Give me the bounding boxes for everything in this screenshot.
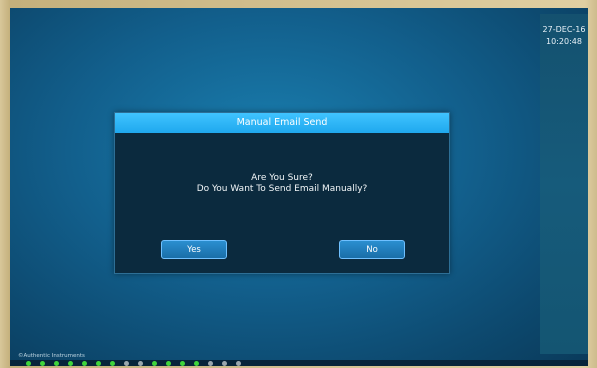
status-indicator-dot [166,360,171,366]
no-button[interactable]: No [339,240,405,259]
status-indicator-dot [110,360,115,366]
date-text: 27-DEC-16 [542,25,586,34]
status-indicator-dot [82,360,87,366]
status-indicator-dot [26,360,31,366]
display-screen: 27-DEC-16 10:20:48 Manual Email Send Are… [10,8,588,366]
clock-readout: 27-DEC-16 10:20:48 [540,24,588,48]
status-indicator-dot [138,360,143,366]
right-side-panel: 27-DEC-16 10:20:48 [540,14,588,354]
copyright-text: ©Authentic Instruments [18,353,85,359]
dialog-message-line-2: Do You Want To Send Email Manually? [196,184,368,194]
status-indicator-dot [222,360,227,366]
status-indicator-dot [96,360,101,366]
dialog-message: Are You Sure? Do You Want To Send Email … [115,173,449,195]
status-indicator-dot [40,360,45,366]
status-indicator-dot [68,360,73,366]
dialog-message-line-1: Are You Sure? [251,173,313,183]
status-indicator-dot [208,360,213,366]
status-indicator-dot [152,360,157,366]
status-indicator-dot [236,360,241,366]
status-indicator-row [26,360,241,366]
confirm-dialog: Manual Email Send Are You Sure? Do You W… [114,112,450,274]
status-bar [10,360,588,366]
time-text: 10:20:48 [546,37,582,46]
status-indicator-dot [54,360,59,366]
dialog-title: Manual Email Send [115,113,449,133]
status-indicator-dot [124,360,129,366]
yes-button[interactable]: Yes [161,240,227,259]
status-indicator-dot [180,360,185,366]
status-indicator-dot [194,360,199,366]
